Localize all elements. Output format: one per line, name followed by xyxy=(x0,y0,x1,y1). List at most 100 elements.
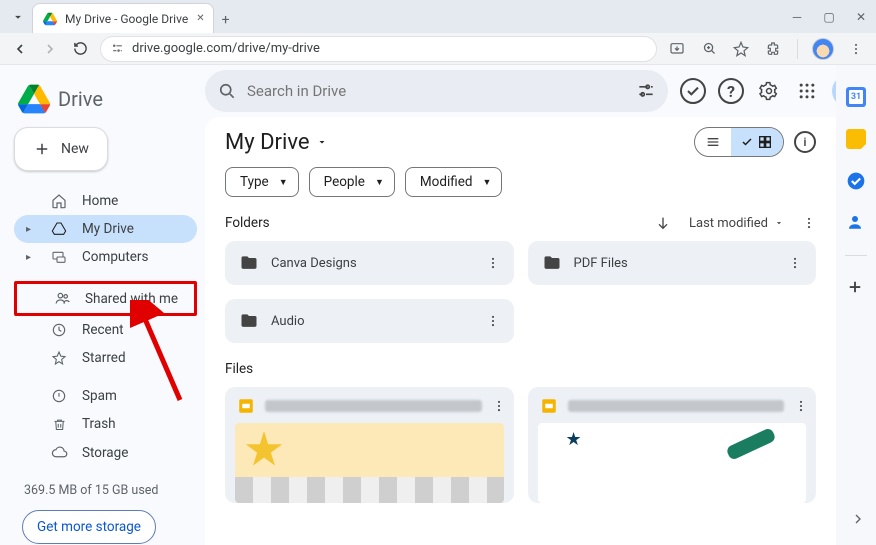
folder-icon xyxy=(542,253,562,273)
new-button-label: New xyxy=(61,141,89,157)
folder-item[interactable]: PDF Files xyxy=(528,241,817,285)
minimize-button[interactable]: ─ xyxy=(788,10,806,24)
grid-layout-button[interactable] xyxy=(731,128,783,156)
support-icon[interactable]: ? xyxy=(718,78,744,104)
page-title-dropdown[interactable]: My Drive xyxy=(225,130,328,155)
nav-recent[interactable]: Recent xyxy=(14,316,197,344)
folders-label: Folders xyxy=(225,215,270,231)
nav-label: Home xyxy=(82,193,118,209)
sort-direction-button[interactable] xyxy=(655,215,671,231)
get-more-storage-button[interactable]: Get more storage xyxy=(22,510,156,544)
reload-button[interactable] xyxy=(70,39,90,59)
close-window-button[interactable]: ✕ xyxy=(852,10,870,24)
new-button[interactable]: New xyxy=(14,127,108,171)
bookmark-icon[interactable] xyxy=(731,39,751,59)
nav-label: My Drive xyxy=(82,221,134,237)
caret-down-icon: ▼ xyxy=(375,177,384,188)
plus-icon xyxy=(33,140,51,158)
chip-people[interactable]: People▼ xyxy=(309,167,395,197)
nav-computers[interactable]: ▸ Computers xyxy=(14,243,197,271)
url-bar[interactable]: drive.google.com/drive/my-drive xyxy=(100,36,657,62)
sidebar: Drive New Home ▸ My Drive ▸ Computers xyxy=(0,65,205,545)
nav-trash[interactable]: Trash xyxy=(14,410,197,438)
file-more-button[interactable] xyxy=(492,399,506,413)
more-options-button[interactable] xyxy=(802,216,816,230)
folder-item[interactable]: Audio xyxy=(225,299,514,343)
chrome-profile-avatar[interactable] xyxy=(812,38,834,60)
drive-brand[interactable]: Drive xyxy=(14,75,197,127)
keep-app-icon[interactable] xyxy=(846,129,866,149)
side-panel-rail: 31 xyxy=(836,65,876,545)
new-tab-button[interactable]: + xyxy=(222,12,230,28)
zoom-icon[interactable] xyxy=(699,39,719,59)
file-more-button[interactable] xyxy=(794,399,808,413)
apps-grid-icon[interactable] xyxy=(794,78,820,104)
drive-app: Drive New Home ▸ My Drive ▸ Computers xyxy=(0,65,876,545)
folder-more-button[interactable] xyxy=(480,256,506,270)
caret-down-icon: ▼ xyxy=(279,177,288,188)
back-button[interactable] xyxy=(10,39,30,59)
nav-home[interactable]: Home xyxy=(14,187,197,215)
chip-type[interactable]: Type▼ xyxy=(225,167,299,197)
chevron-right-icon: ▸ xyxy=(26,252,36,263)
sort-by-dropdown[interactable]: Last modified xyxy=(689,216,784,231)
computers-icon xyxy=(50,249,68,265)
folders-header: Folders Last modified xyxy=(225,209,816,241)
people-icon xyxy=(53,290,71,307)
chip-modified[interactable]: Modified▼ xyxy=(405,167,503,197)
layout-toggle xyxy=(694,127,784,157)
search-options-icon[interactable] xyxy=(636,81,656,101)
get-addons-icon[interactable] xyxy=(846,278,866,298)
folder-icon xyxy=(239,253,259,273)
search-input[interactable] xyxy=(247,82,626,100)
toolbar-divider xyxy=(797,39,798,59)
maximize-button[interactable]: ▢ xyxy=(820,10,838,24)
nav-starred[interactable]: Starred xyxy=(14,344,197,372)
folder-name: Canva Designs xyxy=(271,256,468,271)
search-bar[interactable] xyxy=(205,70,668,112)
details-button[interactable]: i xyxy=(794,131,816,153)
tab-title: My Drive - Google Drive xyxy=(65,12,188,26)
chrome-menu-button[interactable] xyxy=(846,39,866,59)
file-thumbnail xyxy=(538,423,807,503)
nav-label: Starred xyxy=(82,350,126,366)
drive-logo-icon xyxy=(18,83,50,115)
nav-my-drive[interactable]: ▸ My Drive xyxy=(14,215,197,243)
forward-button[interactable] xyxy=(40,39,60,59)
file-item[interactable] xyxy=(225,387,514,503)
site-info-icon[interactable] xyxy=(111,42,124,55)
nav-storage[interactable]: Storage xyxy=(14,438,197,467)
folder-more-button[interactable] xyxy=(782,256,808,270)
main-panel: My Drive i Type▼ People▼ Modified▼ xyxy=(205,117,836,545)
contacts-app-icon[interactable] xyxy=(846,213,866,233)
tab-strip: My Drive - Google Drive ✕ + ─ ▢ ✕ xyxy=(0,0,876,33)
folder-item[interactable]: Canva Designs xyxy=(225,241,514,285)
browser-chrome: My Drive - Google Drive ✕ + ─ ▢ ✕ drive.… xyxy=(0,0,876,65)
page-title-text: My Drive xyxy=(225,130,310,155)
nav-shared-with-me[interactable]: Shared with me xyxy=(14,281,197,316)
files-grid xyxy=(225,387,816,503)
title-bar: My Drive i xyxy=(225,123,816,167)
spam-icon xyxy=(50,388,68,404)
nav-spam[interactable]: Spam xyxy=(14,382,197,410)
ready-offline-icon[interactable] xyxy=(680,78,706,104)
star-icon xyxy=(50,350,68,366)
caret-down-icon: ▼ xyxy=(483,177,492,188)
hide-side-panel-button[interactable] xyxy=(850,511,866,527)
tab-list-button[interactable] xyxy=(8,7,28,27)
nav-label: Recent xyxy=(82,322,124,338)
tasks-app-icon[interactable] xyxy=(846,171,866,191)
settings-icon[interactable] xyxy=(756,78,782,104)
calendar-app-icon[interactable]: 31 xyxy=(846,87,866,107)
file-item[interactable] xyxy=(528,387,817,503)
list-layout-button[interactable] xyxy=(695,128,731,156)
file-name-blurred xyxy=(265,400,482,412)
clock-icon xyxy=(50,322,68,338)
browser-tab[interactable]: My Drive - Google Drive ✕ xyxy=(32,3,214,33)
install-app-icon[interactable] xyxy=(667,39,687,59)
nav-label: Computers xyxy=(82,249,148,265)
folder-name: PDF Files xyxy=(574,256,771,271)
folder-more-button[interactable] xyxy=(480,314,506,328)
extensions-icon[interactable] xyxy=(763,39,783,59)
close-tab-icon[interactable]: ✕ xyxy=(196,13,204,24)
